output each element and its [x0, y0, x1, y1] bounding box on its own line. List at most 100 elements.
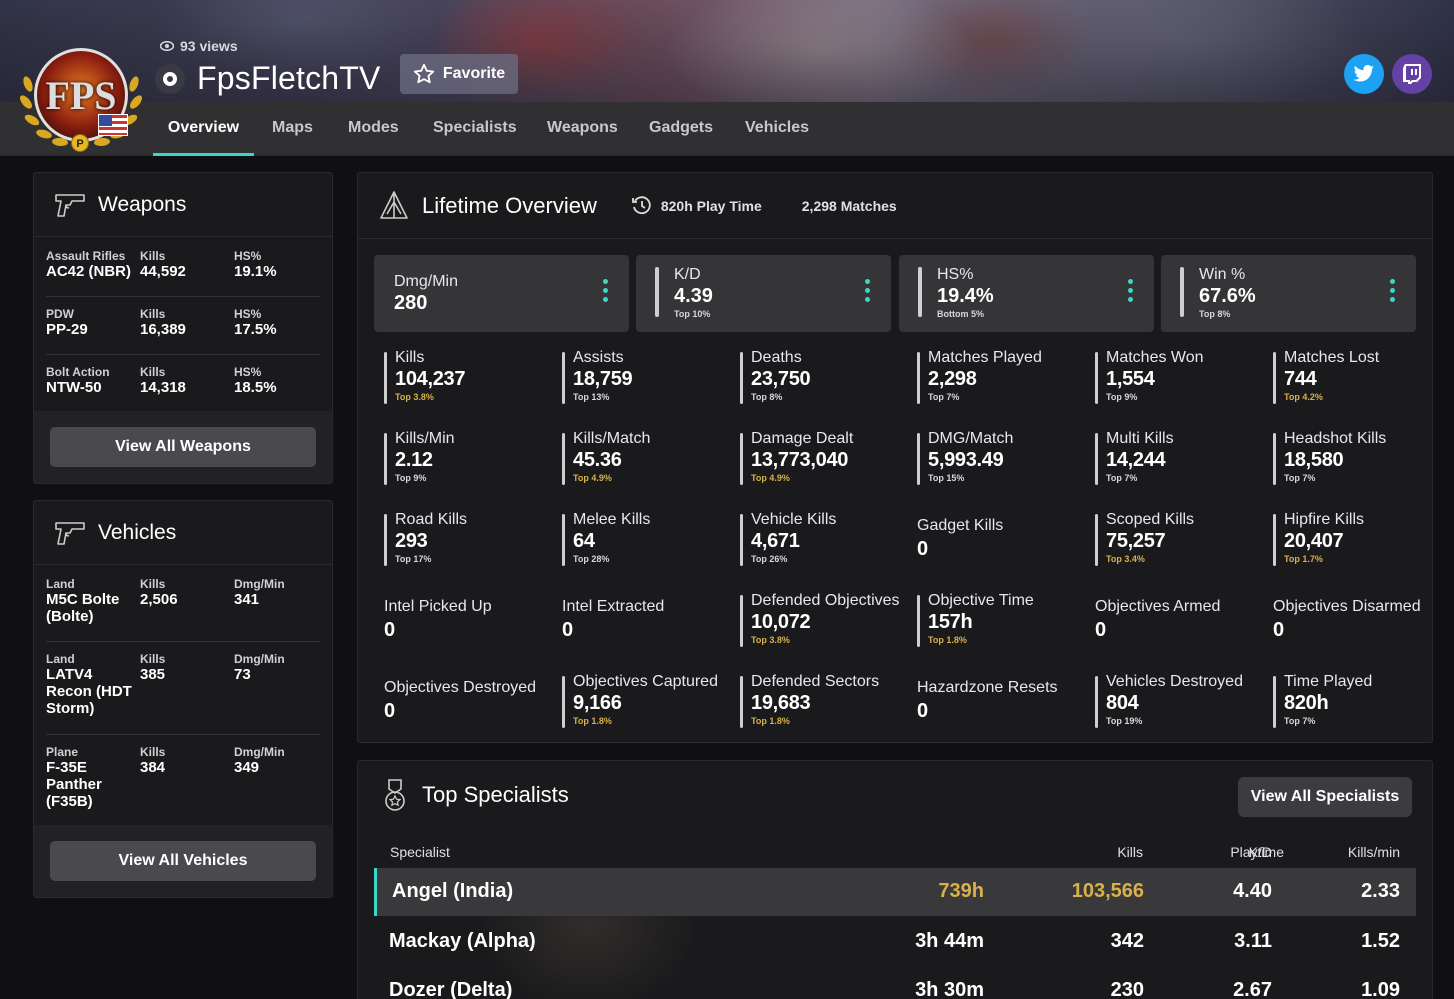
- column-header-kills[interactable]: Kills: [1117, 844, 1143, 860]
- pyramid-icon: [380, 190, 408, 219]
- column-header-kd[interactable]: K/D: [1249, 844, 1272, 860]
- stat-objectives-destroyed[interactable]: Objectives Destroyed 0: [384, 673, 554, 733]
- stat-kills[interactable]: Kills 104,237 Top 3.8%: [384, 349, 554, 409]
- more-options-icon[interactable]: [1390, 279, 1396, 306]
- stat-damage-dealt[interactable]: Damage Dealt 13,773,040 Top 4.9%: [740, 430, 910, 490]
- stat-scoped-kills[interactable]: Scoped Kills 75,257 Top 3.4%: [1095, 511, 1265, 571]
- stat-intel-picked-up[interactable]: Intel Picked Up 0: [384, 592, 554, 652]
- specialist-kd: 4.40: [1233, 880, 1272, 902]
- weapon-name: AC42 (NBR): [46, 263, 132, 280]
- stat-multi-kills[interactable]: Multi Kills 14,244 Top 7%: [1095, 430, 1265, 490]
- vehicles-card-title: Vehicles: [98, 520, 177, 544]
- vehicle-name: LATV4 Recon (HDT Storm): [46, 666, 132, 717]
- stat-kills-min[interactable]: Kills/Min 2.12 Top 9%: [384, 430, 554, 490]
- stat-assists[interactable]: Assists 18,759 Top 13%: [562, 349, 732, 409]
- vehicle-row[interactable]: Plane F-35E Panther (F35B) Kills 384 Dmg/M…: [46, 735, 320, 827]
- specialist-name: Angel (India): [392, 880, 514, 902]
- percentile-bar: [562, 352, 565, 404]
- stat-value: 14,244: [1106, 449, 1166, 471]
- hs-label: HS%: [234, 365, 262, 379]
- more-options-icon[interactable]: [865, 279, 871, 306]
- stat-matches-played[interactable]: Matches Played 2,298 Top 7%: [917, 349, 1087, 409]
- stat-defended-objectives[interactable]: Defended Objectives 10,072 Top 3.8%: [740, 592, 910, 652]
- stat-value: 13,773,040: [751, 449, 849, 471]
- percentile-bar: [384, 433, 387, 485]
- stat-value: 75,257: [1106, 530, 1166, 552]
- specialist-row[interactable]: Mackay (Alpha) 3h 44m 342 3.11 1.52: [374, 918, 1416, 966]
- stat-road-kills[interactable]: Road Kills 293 Top 17%: [384, 511, 554, 571]
- weapon-kills: 44,592: [140, 263, 186, 280]
- stat-label: Time Played: [1284, 673, 1373, 690]
- stat-matches-won[interactable]: Matches Won 1,554 Top 9%: [1095, 349, 1265, 409]
- stat-value: 0: [1095, 619, 1106, 641]
- tab-overview[interactable]: Overview: [153, 102, 254, 156]
- stat-objectives-armed[interactable]: Objectives Armed 0: [1095, 592, 1265, 652]
- stat-label: Scoped Kills: [1106, 511, 1195, 528]
- stat-value: 64: [573, 530, 595, 552]
- tab-gadgets[interactable]: Gadgets: [649, 102, 713, 156]
- stat-kills-match[interactable]: Kills/Match 45.36 Top 4.9%: [562, 430, 732, 490]
- more-options-icon[interactable]: [603, 279, 609, 306]
- weapon-row[interactable]: PDW PP-29 Kills 16,389 HS% 17.5%: [46, 297, 320, 355]
- weapon-name: PP-29: [46, 321, 88, 338]
- column-header-kills-min[interactable]: Kills/min: [1348, 844, 1400, 860]
- column-header-specialist[interactable]: Specialist: [390, 844, 450, 860]
- kills-label: Kills: [140, 577, 166, 591]
- view-all-specialists-button[interactable]: View All Specialists: [1238, 777, 1412, 817]
- big-stat-dmg-min[interactable]: Dmg/Min 280: [374, 255, 629, 332]
- stat-hazardzone-resets[interactable]: Hazardzone Resets 0: [917, 673, 1087, 733]
- tab-specialists[interactable]: Specialists: [433, 102, 517, 156]
- weapons-card: Weapons Assault Rifles AC42 (NBR) Kills 44…: [33, 172, 333, 484]
- vehicle-row[interactable]: Land LATV4 Recon (HDT Storm) Kills 385 Dmg…: [46, 642, 320, 735]
- percentile-bar: [740, 352, 743, 404]
- big-stat-win-pct[interactable]: Win % 67.6% Top 8%: [1161, 255, 1416, 332]
- stat-vehicle-kills[interactable]: Vehicle Kills 4,671 Top 26%: [740, 511, 910, 571]
- stat-label: Vehicle Kills: [751, 511, 837, 528]
- twitter-link[interactable]: [1344, 54, 1384, 94]
- tab-maps[interactable]: Maps: [272, 102, 313, 156]
- stat-gadget-kills[interactable]: Gadget Kills 0: [917, 511, 1087, 571]
- view-all-vehicles-button[interactable]: View All Vehicles: [50, 841, 316, 881]
- view-all-weapons-button[interactable]: View All Weapons: [50, 427, 316, 467]
- favorite-label: Favorite: [442, 65, 506, 82]
- percentile-bar: [1095, 676, 1098, 728]
- stat-objective-time[interactable]: Objective Time 157h Top 1.8%: [917, 592, 1087, 652]
- history-clock-icon: [631, 195, 651, 214]
- vehicle-row[interactable]: Land M5C Bolte (Bolte) Kills 2,506 Dmg/Min…: [46, 567, 320, 642]
- kills-label: Kills: [140, 249, 166, 263]
- stat-intel-extracted[interactable]: Intel Extracted 0: [562, 592, 732, 652]
- big-stat-value: 67.6%: [1199, 285, 1256, 307]
- stat-label: Defended Sectors: [751, 673, 880, 690]
- big-stat-hs[interactable]: HS% 19.4% Bottom 5%: [899, 255, 1154, 332]
- stat-time-played[interactable]: Time Played 820h Top 7%: [1273, 673, 1443, 733]
- weapon-row[interactable]: Assault Rifles AC42 (NBR) Kills 44,592 HS%…: [46, 239, 320, 297]
- tab-vehicles[interactable]: Vehicles: [745, 102, 809, 156]
- more-options-icon[interactable]: [1128, 279, 1134, 306]
- favorite-button[interactable]: Favorite: [400, 54, 518, 94]
- stat-label: Kills/Match: [573, 430, 651, 447]
- specialist-playtime: 3h 44m: [915, 930, 984, 952]
- stat-rank: Top 9%: [1106, 392, 1138, 402]
- stat-melee-kills[interactable]: Melee Kills 64 Top 28%: [562, 511, 732, 571]
- tab-weapons[interactable]: Weapons: [547, 102, 618, 156]
- stat-deaths[interactable]: Deaths 23,750 Top 8%: [740, 349, 910, 409]
- stat-value: 9,166: [573, 692, 622, 714]
- stat-headshot-kills[interactable]: Headshot Kills 18,580 Top 7%: [1273, 430, 1443, 490]
- stat-hipfire-kills[interactable]: Hipfire Kills 20,407 Top 1.7%: [1273, 511, 1443, 571]
- specialist-row[interactable]: Angel (India) 739h 103,566 4.40 2.33: [374, 868, 1416, 916]
- stat-matches-lost[interactable]: Matches Lost 744 Top 4.2%: [1273, 349, 1443, 409]
- stat-dmg-match[interactable]: DMG/Match 5,993.49 Top 15%: [917, 430, 1087, 490]
- big-stat-kd[interactable]: K/D 4.39 Top 10%: [636, 255, 891, 332]
- tab-modes[interactable]: Modes: [348, 102, 399, 156]
- big-stat-label: HS%: [937, 266, 974, 283]
- stat-objectives-disarmed[interactable]: Objectives Disarmed 0: [1273, 592, 1443, 652]
- stat-rank: Top 4.2%: [1284, 392, 1323, 402]
- stat-objectives-captured[interactable]: Objectives Captured 9,166 Top 1.8%: [562, 673, 732, 733]
- stat-defended-sectors[interactable]: Defended Sectors 19,683 Top 1.8%: [740, 673, 910, 733]
- weapon-row[interactable]: Bolt Action NTW-50 Kills 14,318 HS% 18.5%: [46, 355, 320, 411]
- specialist-row[interactable]: Dozer (Delta) 3h 30m 230 2.67 1.09: [374, 967, 1416, 999]
- stat-vehicles-destroyed[interactable]: Vehicles Destroyed 804 Top 19%: [1095, 673, 1265, 733]
- platform-icon: [155, 63, 185, 94]
- twitch-link[interactable]: [1392, 54, 1432, 94]
- vehicle-name: F-35E Panther (F35B): [46, 759, 102, 810]
